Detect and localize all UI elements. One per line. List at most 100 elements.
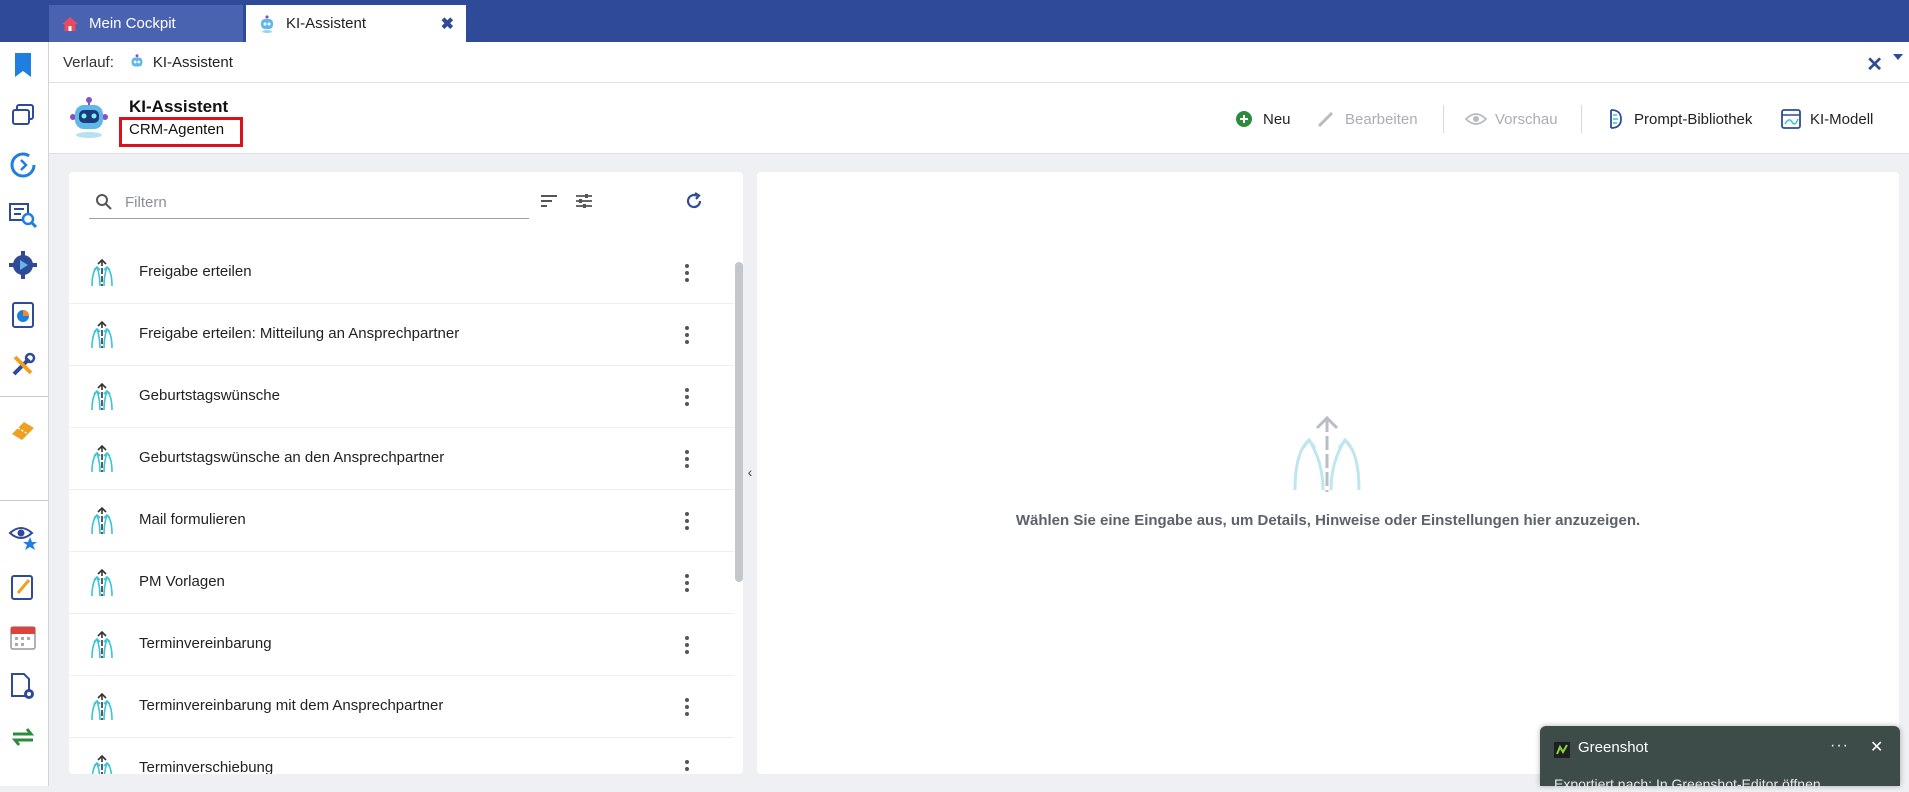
sort-icon[interactable] — [536, 188, 562, 214]
agent-icon — [89, 444, 115, 479]
calendar-icon[interactable] — [8, 622, 38, 652]
sync-icon[interactable] — [8, 722, 38, 752]
list-item-label: Terminverschiebung — [139, 759, 274, 774]
windows-icon[interactable] — [8, 100, 38, 130]
robot-avatar-icon — [69, 97, 109, 144]
agent-icon — [89, 320, 115, 355]
detail-panel: Wählen Sie eine Eingabe aus, um Details,… — [757, 172, 1899, 774]
close-notification-icon[interactable]: ✕ — [1870, 737, 1883, 757]
list-item[interactable]: Terminverschiebung — [69, 738, 734, 774]
breadcrumb-label: Verlauf: — [63, 53, 114, 71]
watch-star-icon[interactable] — [8, 522, 38, 552]
tab-mein-cockpit[interactable]: Mein Cockpit — [49, 5, 243, 42]
more-options-icon[interactable]: ··· — [1830, 737, 1849, 755]
tools-icon[interactable] — [8, 350, 38, 380]
list-item-label: PM Vorlagen — [139, 573, 225, 590]
collapse-panel-icon[interactable]: ‹ — [744, 462, 756, 482]
refresh-icon[interactable] — [681, 188, 707, 214]
page-title: KI-Assistent — [129, 97, 229, 116]
tab-label: Mein Cockpit — [89, 15, 176, 32]
robot-icon — [128, 53, 146, 71]
agent-icon — [89, 382, 115, 417]
document-settings-icon[interactable] — [8, 672, 38, 702]
agent-icon — [89, 258, 115, 293]
tab-ki-assistent[interactable]: KI-Assistent ✖ — [246, 5, 466, 42]
list-item-label: Freigabe erteilen: Mitteilung an Ansprec… — [139, 325, 460, 342]
list-item[interactable]: Geburtstagswünsche an den Ansprechpartne… — [69, 428, 734, 490]
preview-button[interactable]: Vorschau — [1465, 105, 1558, 133]
close-tab-icon[interactable]: ✖ — [441, 14, 454, 34]
greenshot-notification[interactable]: Greenshot ··· ✕ Exportiert nach: In Gree… — [1540, 726, 1900, 792]
list-item-label: Mail formulieren — [139, 511, 246, 528]
close-icon[interactable]: ✕ — [1866, 52, 1883, 77]
more-vert-icon[interactable] — [677, 386, 697, 408]
sidebar — [0, 42, 49, 786]
list-item[interactable]: Geburtstagswünsche — [69, 366, 734, 428]
more-vert-icon[interactable] — [677, 324, 697, 346]
list-item[interactable]: Freigabe erteilen: Mitteilung an Ansprec… — [69, 304, 734, 366]
notification-title: Greenshot — [1578, 739, 1649, 756]
more-vert-icon[interactable] — [677, 448, 697, 470]
notification-body: Exportiert nach: In Greenshot-Editor öff… — [1554, 776, 1821, 792]
agent-icon — [89, 568, 115, 603]
empty-state-text: Wählen Sie eine Eingabe aus, um Details,… — [1015, 512, 1641, 529]
toolbar-divider — [1581, 105, 1582, 133]
notepad-icon[interactable] — [8, 572, 38, 602]
list-item-label: Geburtstagswünsche an den Ansprechpartne… — [139, 449, 445, 466]
search-list-icon[interactable] — [8, 200, 38, 230]
list-item[interactable]: Mail formulieren — [69, 490, 734, 552]
page-header: KI-Assistent CRM-Agenten Neu Bearbeiten … — [49, 83, 1909, 154]
automation-gear-icon[interactable] — [8, 250, 38, 280]
report-icon[interactable] — [8, 300, 38, 330]
more-vert-icon[interactable] — [677, 758, 697, 774]
more-vert-icon[interactable] — [677, 696, 697, 718]
list-item-label: Freigabe erteilen — [139, 263, 252, 280]
list-item[interactable]: Freigabe erteilen — [69, 242, 734, 304]
agent-icon — [89, 754, 115, 774]
filter-settings-icon[interactable] — [571, 188, 597, 214]
breadcrumb: Verlauf: KI-Assistent ✕ — [49, 42, 1909, 83]
list-item[interactable]: Terminvereinbarung — [69, 614, 734, 676]
eye-icon — [1465, 108, 1487, 130]
robot-icon — [256, 14, 278, 34]
home-icon — [59, 14, 81, 34]
chevron-down-icon[interactable] — [1893, 54, 1903, 60]
new-button[interactable]: Neu — [1233, 105, 1291, 133]
history-icon[interactable] — [8, 150, 38, 180]
list-item-label: Geburtstagswünsche — [139, 387, 280, 404]
ai-model-button[interactable]: KI-Modell — [1780, 105, 1873, 133]
list-item[interactable]: Terminvereinbarung mit dem Ansprechpartn… — [69, 676, 734, 738]
prompt-library-button[interactable]: Prompt-Bibliothek — [1604, 105, 1752, 133]
greenshot-icon — [1554, 742, 1570, 763]
pencil-icon — [1315, 108, 1337, 130]
breadcrumb-item[interactable]: KI-Assistent — [153, 54, 233, 71]
sidebar-divider — [0, 396, 48, 397]
prompt-library-icon — [1604, 108, 1626, 130]
highlight-box — [119, 117, 243, 147]
list-item-label: Terminvereinbarung — [139, 635, 272, 652]
agent-list: Freigabe erteilen Freigabe erteilen: Mitt… — [69, 242, 734, 774]
agent-icon — [89, 630, 115, 665]
filter-field[interactable] — [89, 184, 529, 219]
ai-model-icon — [1780, 108, 1802, 130]
agent-list-panel: Freigabe erteilen Freigabe erteilen: Mitt… — [69, 172, 743, 774]
edit-button[interactable]: Bearbeiten — [1315, 105, 1418, 133]
list-item-label: Terminvereinbarung mit dem Ansprechpartn… — [139, 697, 444, 714]
more-vert-icon[interactable] — [677, 510, 697, 532]
more-vert-icon[interactable] — [677, 572, 697, 594]
toolbar-divider — [1443, 105, 1444, 133]
ticket-icon[interactable] — [8, 416, 38, 446]
filter-input[interactable] — [123, 190, 517, 214]
plus-circle-icon — [1233, 108, 1255, 130]
tab-label: KI-Assistent — [286, 15, 367, 32]
scrollbar-thumb[interactable] — [735, 262, 743, 582]
agent-placeholder-icon — [1287, 412, 1367, 501]
sidebar-divider — [0, 500, 48, 501]
bookmark-icon[interactable] — [8, 50, 38, 80]
agent-icon — [89, 692, 115, 727]
more-vert-icon[interactable] — [677, 634, 697, 656]
more-vert-icon[interactable] — [677, 262, 697, 284]
tab-bar: Mein Cockpit KI-Assistent ✖ — [0, 0, 1909, 42]
agent-icon — [89, 506, 115, 541]
list-item[interactable]: PM Vorlagen — [69, 552, 734, 614]
